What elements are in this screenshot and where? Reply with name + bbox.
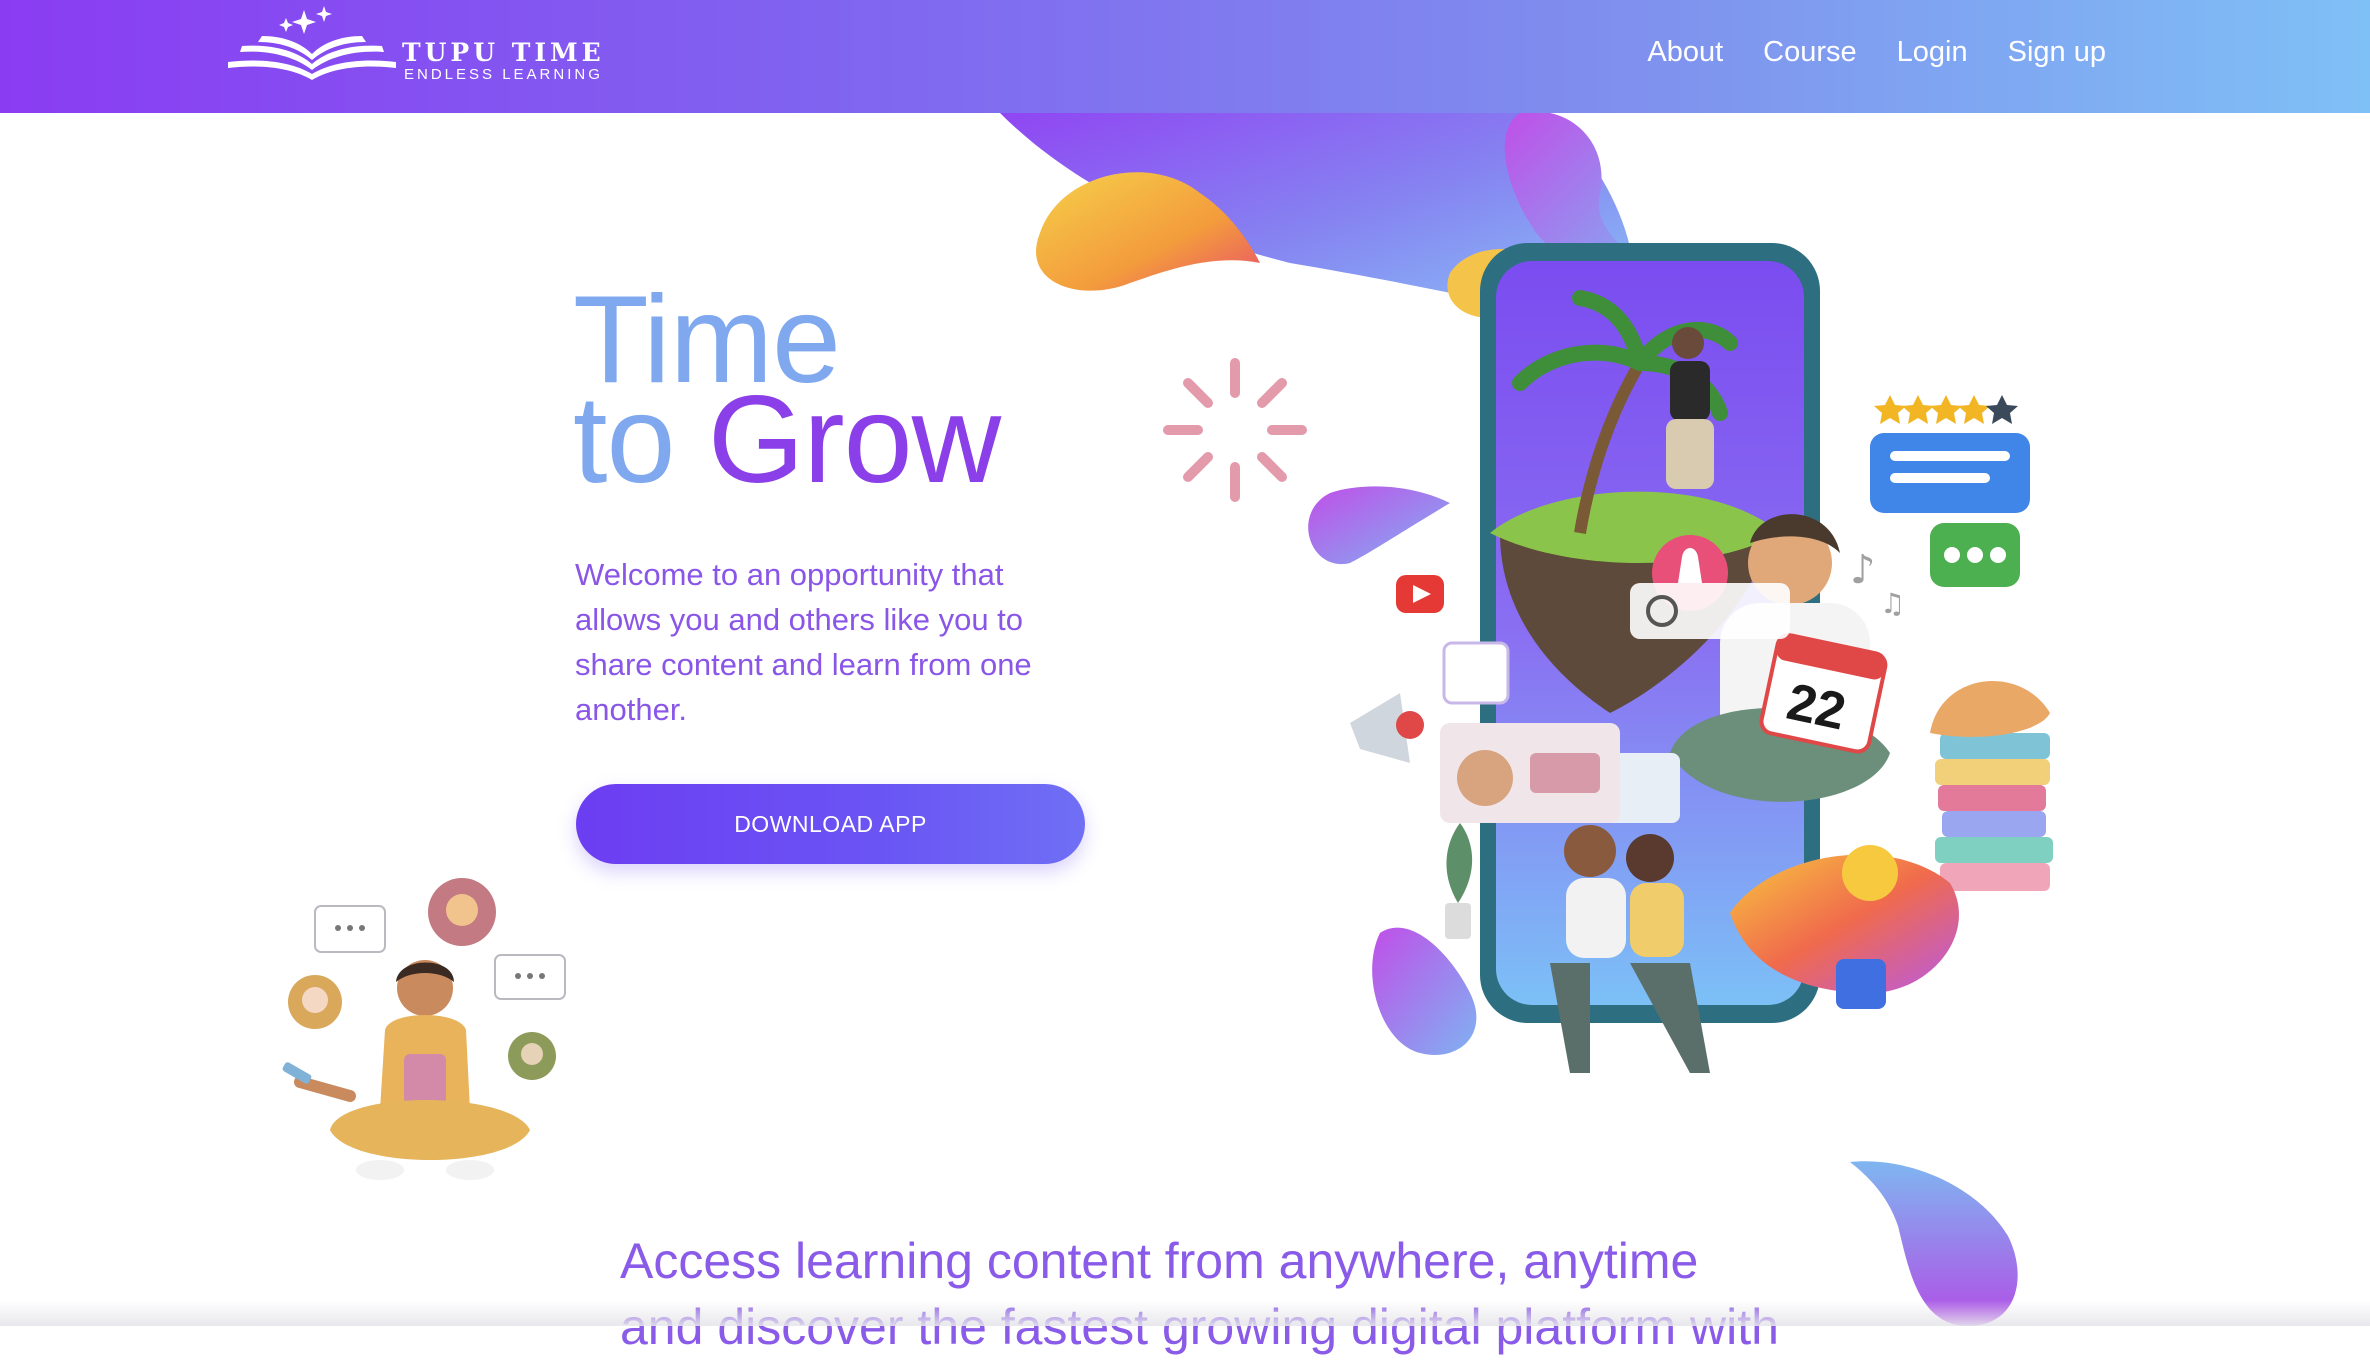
main-nav: About Course Login Sign up [1647,36,2106,69]
open-book-sparkles-icon [228,6,396,80]
nav-link-signup[interactable]: Sign up [2008,36,2106,69]
nav-link-about[interactable]: About [1647,36,1723,69]
tagline-line1: Access learning content from anywhere, a… [620,1233,1699,1289]
loading-burst-icon [1163,358,1307,502]
brand-tagline: ENDLESS LEARNING [404,66,603,83]
hero-title-to: to [573,371,675,509]
nav-link-login[interactable]: Login [1897,36,1968,69]
hero-title-grow: Grow [707,371,1001,509]
hero-intro-text: Welcome to an opportunity that allows yo… [575,557,1032,727]
learner-illustration [282,878,566,1180]
brand-logo[interactable]: TUPU TIME ENDLESS LEARNING [222,4,601,86]
svg-text:♪: ♪ [1850,547,1876,593]
section-tagline: Access learning content from anywhere, a… [620,1228,1820,1360]
svg-text:♫: ♫ [1880,587,1905,620]
top-navbar: TUPU TIME ENDLESS LEARNING About Course … [0,0,2370,113]
calendar-day: 22 [1782,673,1851,742]
brand-name: TUPU TIME [402,38,605,67]
hero-illustration: 22 ♪ ♫ [1000,113,2053,1073]
download-app-button[interactable]: DOWNLOAD APP [576,784,1085,864]
scroll-fade [0,1300,2370,1326]
nav-link-course[interactable]: Course [1763,36,1857,69]
hero-title: Time to Grow [573,278,1133,502]
